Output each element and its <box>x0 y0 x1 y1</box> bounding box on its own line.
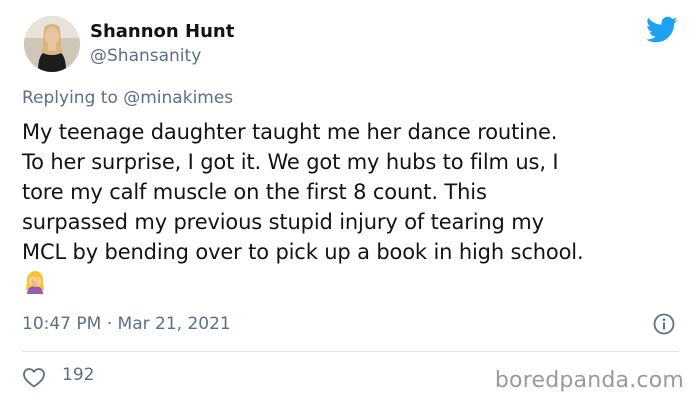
info-icon[interactable] <box>652 312 676 336</box>
woman-facepalming-emoji <box>26 271 44 294</box>
tweet-text: My teenage daughter taught me her dance … <box>22 117 692 297</box>
watermark: boredpanda.com <box>494 368 684 393</box>
like-count[interactable]: 192 <box>62 365 94 385</box>
tweet-line: To her surprise, I got it. We got my hub… <box>22 150 559 174</box>
user-handle[interactable]: @Shansanity <box>90 46 201 66</box>
avatar[interactable] <box>24 16 80 72</box>
twitter-bird-icon[interactable] <box>646 16 678 44</box>
divider <box>22 351 678 352</box>
tweet-line: surpassed my previous stupid injury of t… <box>22 210 544 234</box>
replying-to: Replying to @minakimes <box>22 88 233 108</box>
tweet-timestamp[interactable]: 10:47 PM · Mar 21, 2021 <box>22 314 231 334</box>
tweet-line: MCL by bending over to pick up a book in… <box>22 240 584 264</box>
tweet-line: tore my calf muscle on the first 8 count… <box>22 180 487 204</box>
replying-prefix: Replying to <box>22 88 118 108</box>
heart-icon[interactable] <box>22 366 46 388</box>
tweet-line: My teenage daughter taught me her dance … <box>22 120 558 144</box>
reply-mention-link[interactable]: @minakimes <box>123 88 233 108</box>
display-name[interactable]: Shannon Hunt <box>90 21 234 42</box>
